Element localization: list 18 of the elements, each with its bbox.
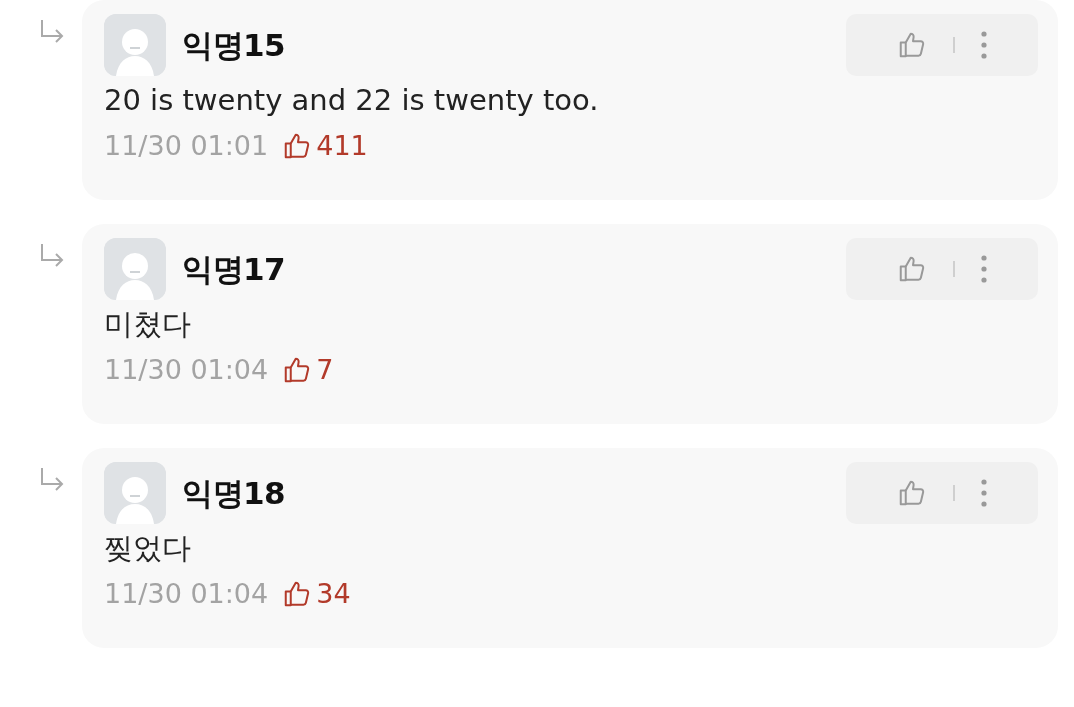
author-name: 익명17 [182,249,286,289]
comment-text: 20 is twenty and 22 is twenty too. [104,82,600,119]
comment-text: 미쳤다 [104,306,192,343]
like-button[interactable] [897,30,927,60]
comment-text: 찢었다 [104,530,192,567]
like-count: 34 [316,576,351,611]
comment-time: 11/30 01:01 [104,128,269,163]
more-button[interactable] [981,478,987,508]
comment-time: 11/30 01:04 [104,576,269,611]
like-button[interactable] [897,478,927,508]
like-button[interactable] [897,254,927,284]
like-count: 7 [316,352,334,387]
comment-time: 11/30 01:04 [104,352,269,387]
more-button[interactable] [981,30,987,60]
like-count: 411 [316,128,368,163]
more-button[interactable] [981,254,987,284]
author-name: 익명15 [182,25,286,65]
author-name: 익명18 [182,473,286,513]
